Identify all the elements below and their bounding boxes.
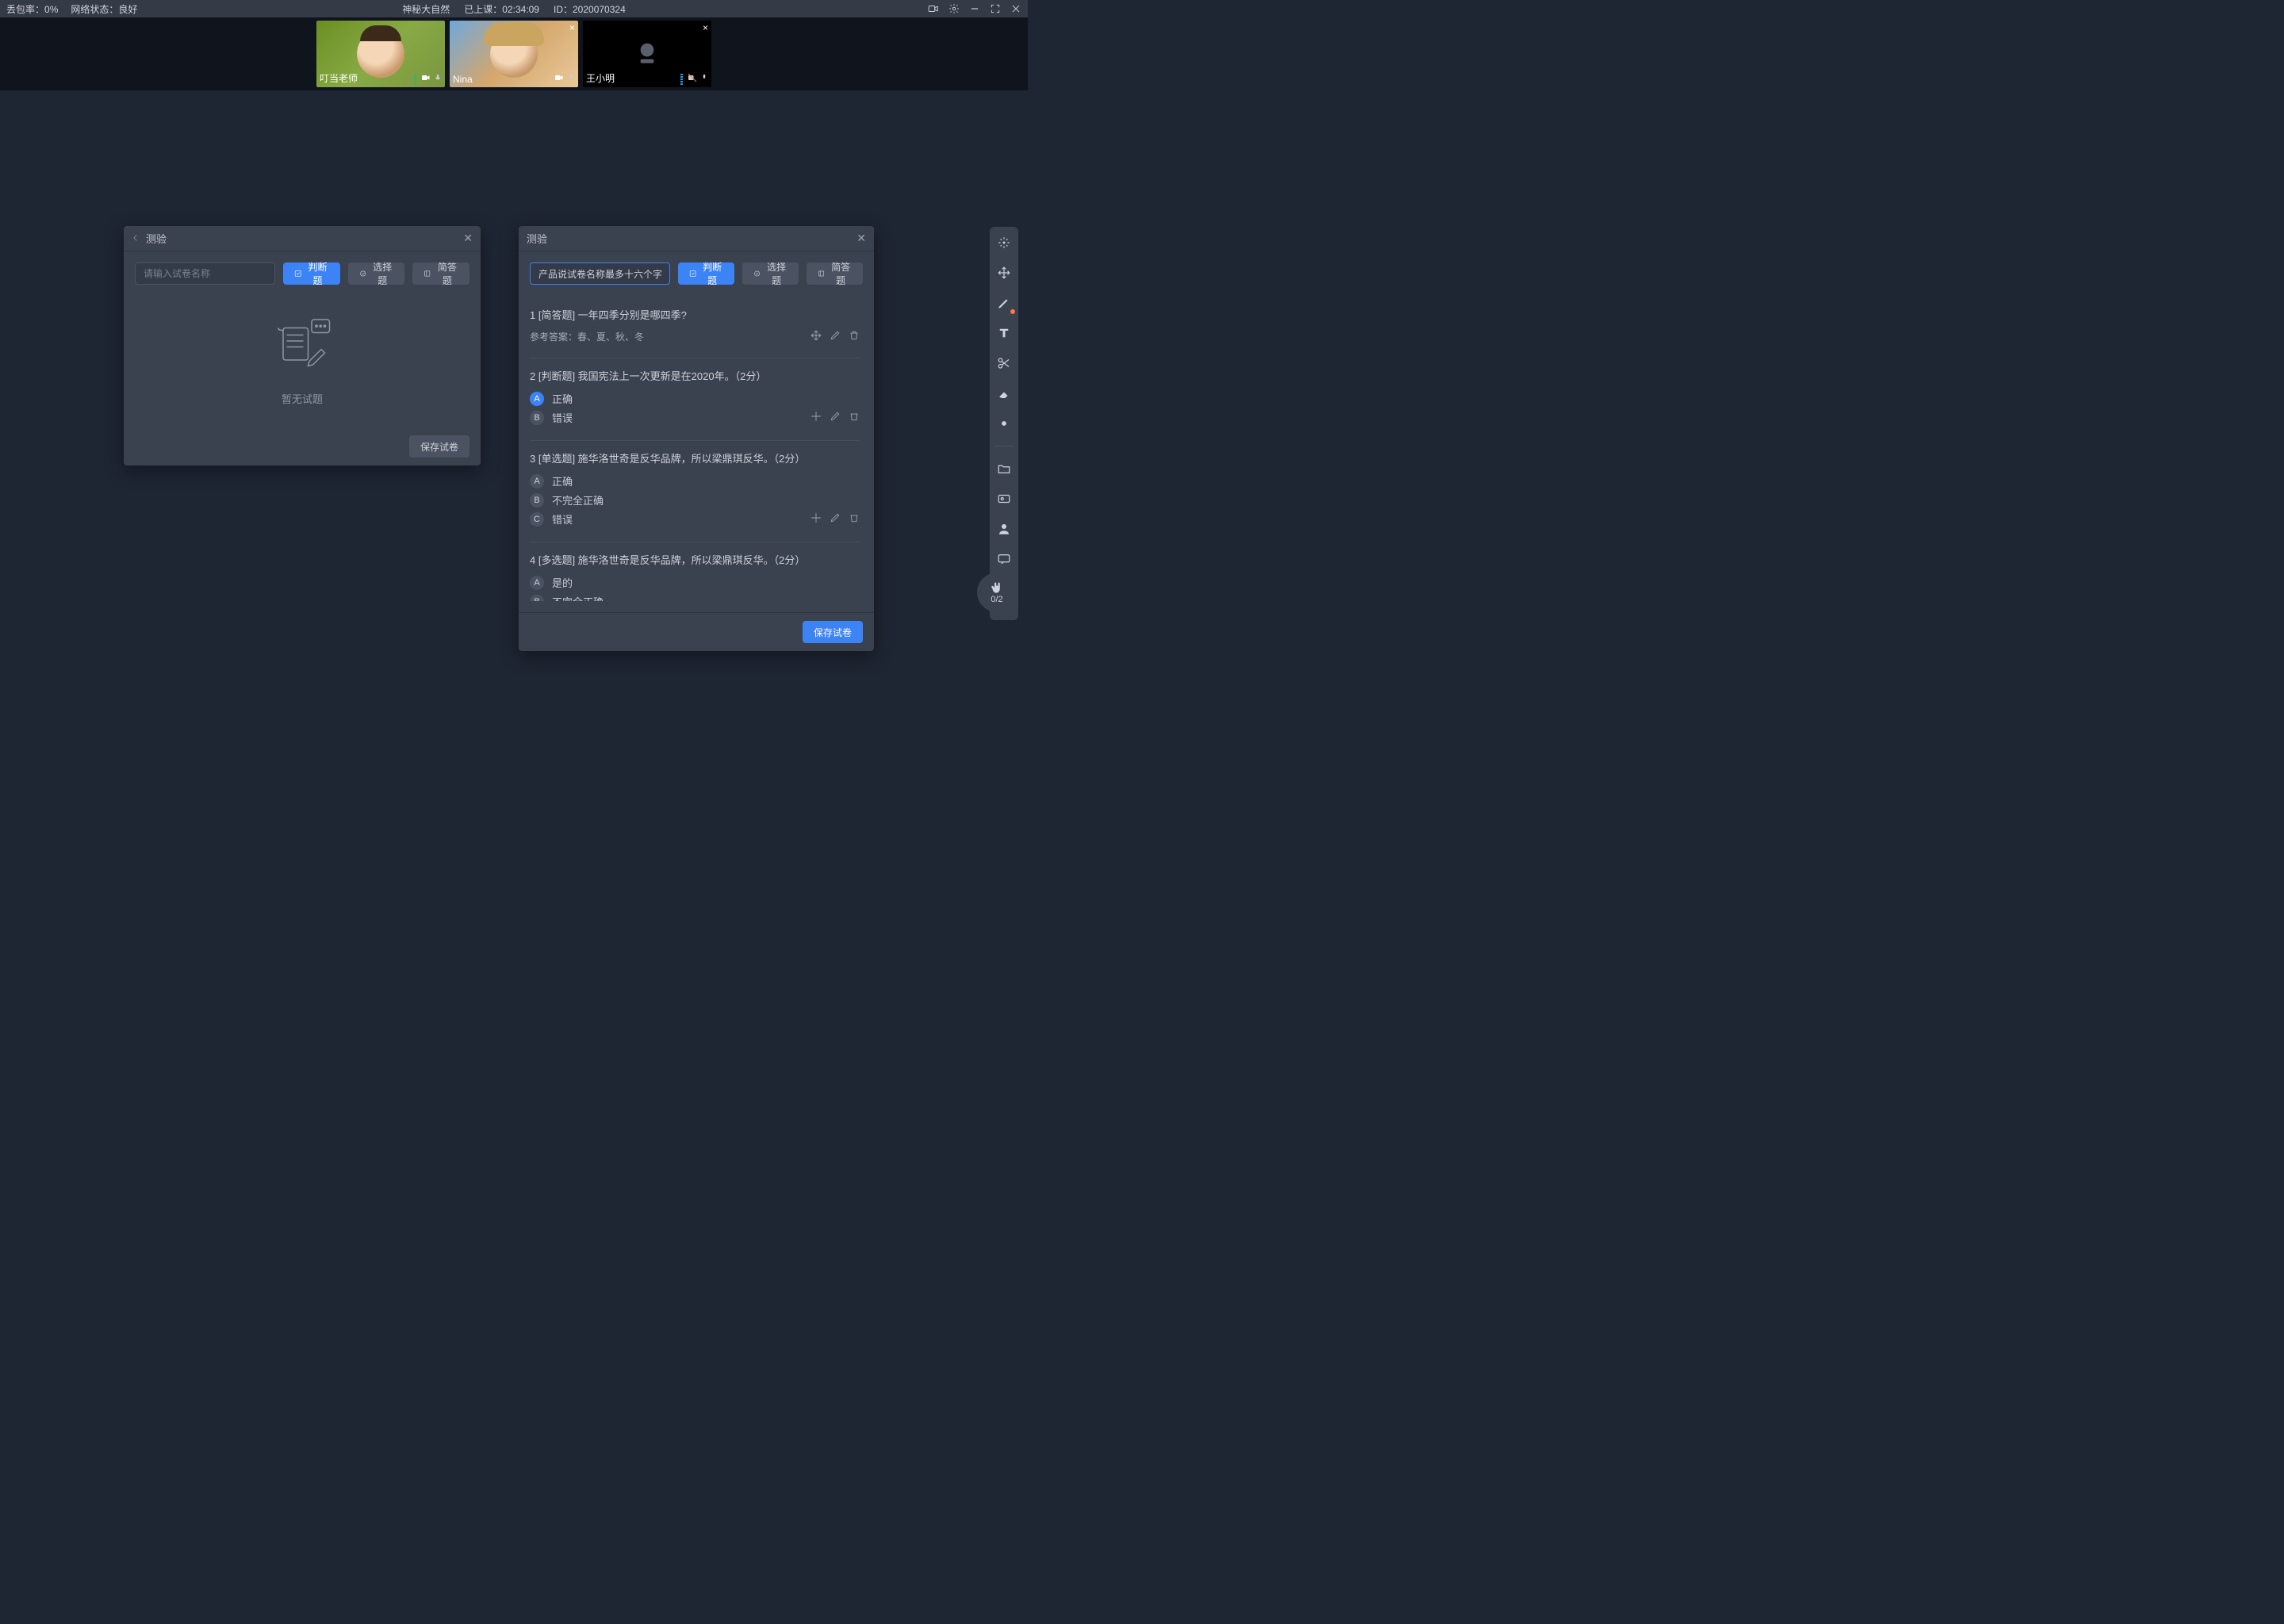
camera-icon	[421, 73, 431, 85]
pen-tool-icon[interactable]	[994, 293, 1014, 312]
question-item: 1 [简答题] 一年四季分别是哪四季? 参考答案：春、夏、秋、冬	[530, 297, 860, 358]
window-close-icon[interactable]	[1010, 3, 1021, 14]
quiz-panel-filled: 测验 ✕ 判断题 选择题 简答题 1 [简答题] 一年四季分别是哪四季?	[519, 226, 874, 651]
elapsed-time: 已上课：02:34:09	[464, 2, 539, 16]
participant-name: Nina	[453, 74, 473, 85]
user-tool-icon[interactable]	[994, 519, 1014, 538]
video-tile-student[interactable]: × Nina	[450, 21, 578, 87]
mic-icon	[700, 73, 708, 85]
move-icon[interactable]	[811, 512, 822, 526]
true-false-button[interactable]: 判断题	[283, 262, 340, 285]
move-icon[interactable]	[811, 411, 822, 424]
hand-count: 0/2	[991, 595, 1002, 604]
quiz-name-input[interactable]	[530, 262, 670, 285]
panel-title: 测验	[527, 231, 547, 246]
close-icon[interactable]: ×	[569, 22, 575, 33]
question-title: 3 [单选题] 施华洛世奇是反华品牌，所以梁鼎琪反华。（2分）	[530, 450, 860, 465]
color-tool-icon[interactable]	[994, 414, 1014, 433]
fullscreen-icon[interactable]	[990, 3, 1001, 14]
back-icon[interactable]	[132, 232, 140, 244]
avatar-placeholder	[357, 30, 404, 78]
video-strip: 叮当老师 × Nina × 王小明	[0, 17, 1028, 90]
short-answer-button[interactable]: 简答题	[412, 262, 469, 285]
quiz-name-input[interactable]	[135, 262, 275, 285]
empty-text: 暂无试题	[282, 391, 323, 406]
choice-button[interactable]: 选择题	[742, 262, 799, 285]
raise-hand-badge[interactable]: 0/2	[977, 573, 1017, 612]
media-tool-icon[interactable]	[994, 489, 1014, 508]
question-item: 4 [多选题] 施华洛世奇是反华品牌，所以梁鼎琪反华。（2分） A是的 B不完全…	[530, 542, 860, 601]
avatar-placeholder	[490, 30, 538, 78]
question-item: 3 [单选题] 施华洛世奇是反华品牌，所以梁鼎琪反华。（2分） A正确 B不完全…	[530, 441, 860, 542]
edit-icon[interactable]	[830, 512, 841, 526]
video-tile-teacher[interactable]: 叮当老师	[316, 21, 445, 87]
option-row[interactable]: A正确	[530, 391, 860, 406]
short-answer-button[interactable]: 简答题	[807, 262, 863, 285]
option-row[interactable]: B错误	[530, 410, 860, 425]
right-toolbar	[990, 227, 1018, 620]
mic-icon	[567, 73, 575, 85]
question-item: 2 [判断题] 我国宪法上一次更新是在2020年。（2分） A正确 B错误	[530, 358, 860, 441]
question-title: 4 [多选题] 施华洛世奇是反华品牌，所以梁鼎琪反华。（2分）	[530, 552, 860, 567]
move-icon[interactable]	[811, 330, 822, 343]
true-false-button[interactable]: 判断题	[678, 262, 734, 285]
close-icon[interactable]: ×	[703, 22, 708, 33]
settings-icon[interactable]	[948, 3, 960, 14]
quiz-panel-empty: 测验 ✕ 判断题 选择题 简答题	[124, 226, 481, 465]
save-quiz-button[interactable]: 保存试卷	[803, 621, 863, 643]
panel-title: 测验	[146, 231, 167, 246]
participant-name: 王小明	[586, 71, 615, 85]
question-list[interactable]: 1 [简答题] 一年四季分别是哪四季? 参考答案：春、夏、秋、冬 2 [判断题]…	[530, 297, 863, 601]
option-row[interactable]: C错误	[530, 511, 860, 527]
close-icon[interactable]: ✕	[463, 232, 473, 245]
question-actions	[811, 330, 860, 343]
delete-icon[interactable]	[849, 512, 860, 526]
edit-icon[interactable]	[830, 330, 841, 343]
move-tool-icon[interactable]	[994, 263, 1014, 282]
participant-name: 叮当老师	[320, 71, 358, 85]
session-id: ID：2020070324	[554, 2, 626, 16]
scissors-tool-icon[interactable]	[994, 354, 1014, 373]
camera-toggle-icon[interactable]	[928, 3, 939, 14]
top-status-bar: 丢包率：0% 网络状态：良好 神秘大自然 已上课：02:34:09 ID：202…	[0, 0, 1028, 17]
camera-off-icon	[688, 73, 697, 85]
chat-tool-icon[interactable]	[994, 550, 1014, 569]
question-title: 1 [简答题] 一年四季分别是哪四季?	[530, 307, 860, 322]
delete-icon[interactable]	[849, 330, 860, 343]
option-row[interactable]: B不完全正确	[530, 594, 860, 601]
option-row[interactable]: B不完全正确	[530, 492, 860, 508]
delete-icon[interactable]	[849, 411, 860, 424]
eraser-tool-icon[interactable]	[994, 384, 1014, 403]
edit-icon[interactable]	[830, 411, 841, 424]
network-status: 网络状态：良好	[71, 2, 137, 16]
mic-icon	[434, 73, 442, 85]
packet-loss: 丢包率：0%	[6, 2, 58, 16]
folder-tool-icon[interactable]	[994, 459, 1014, 478]
pointer-tool-icon[interactable]	[994, 233, 1014, 252]
question-title: 2 [判断题] 我国宪法上一次更新是在2020年。（2分）	[530, 368, 860, 383]
course-title: 神秘大自然	[402, 2, 450, 16]
video-tile-student[interactable]: × 王小明	[583, 21, 711, 87]
option-row[interactable]: A是的	[530, 575, 860, 590]
choice-button[interactable]: 选择题	[348, 262, 405, 285]
close-icon[interactable]: ✕	[856, 232, 866, 245]
text-tool-icon[interactable]	[994, 324, 1014, 343]
webcam-off-icon	[631, 38, 663, 70]
save-quiz-button[interactable]: 保存试卷	[409, 435, 469, 458]
camera-icon	[554, 73, 564, 85]
minimize-icon[interactable]	[969, 3, 980, 14]
empty-illustration	[266, 310, 338, 381]
option-row[interactable]: A正确	[530, 473, 860, 488]
